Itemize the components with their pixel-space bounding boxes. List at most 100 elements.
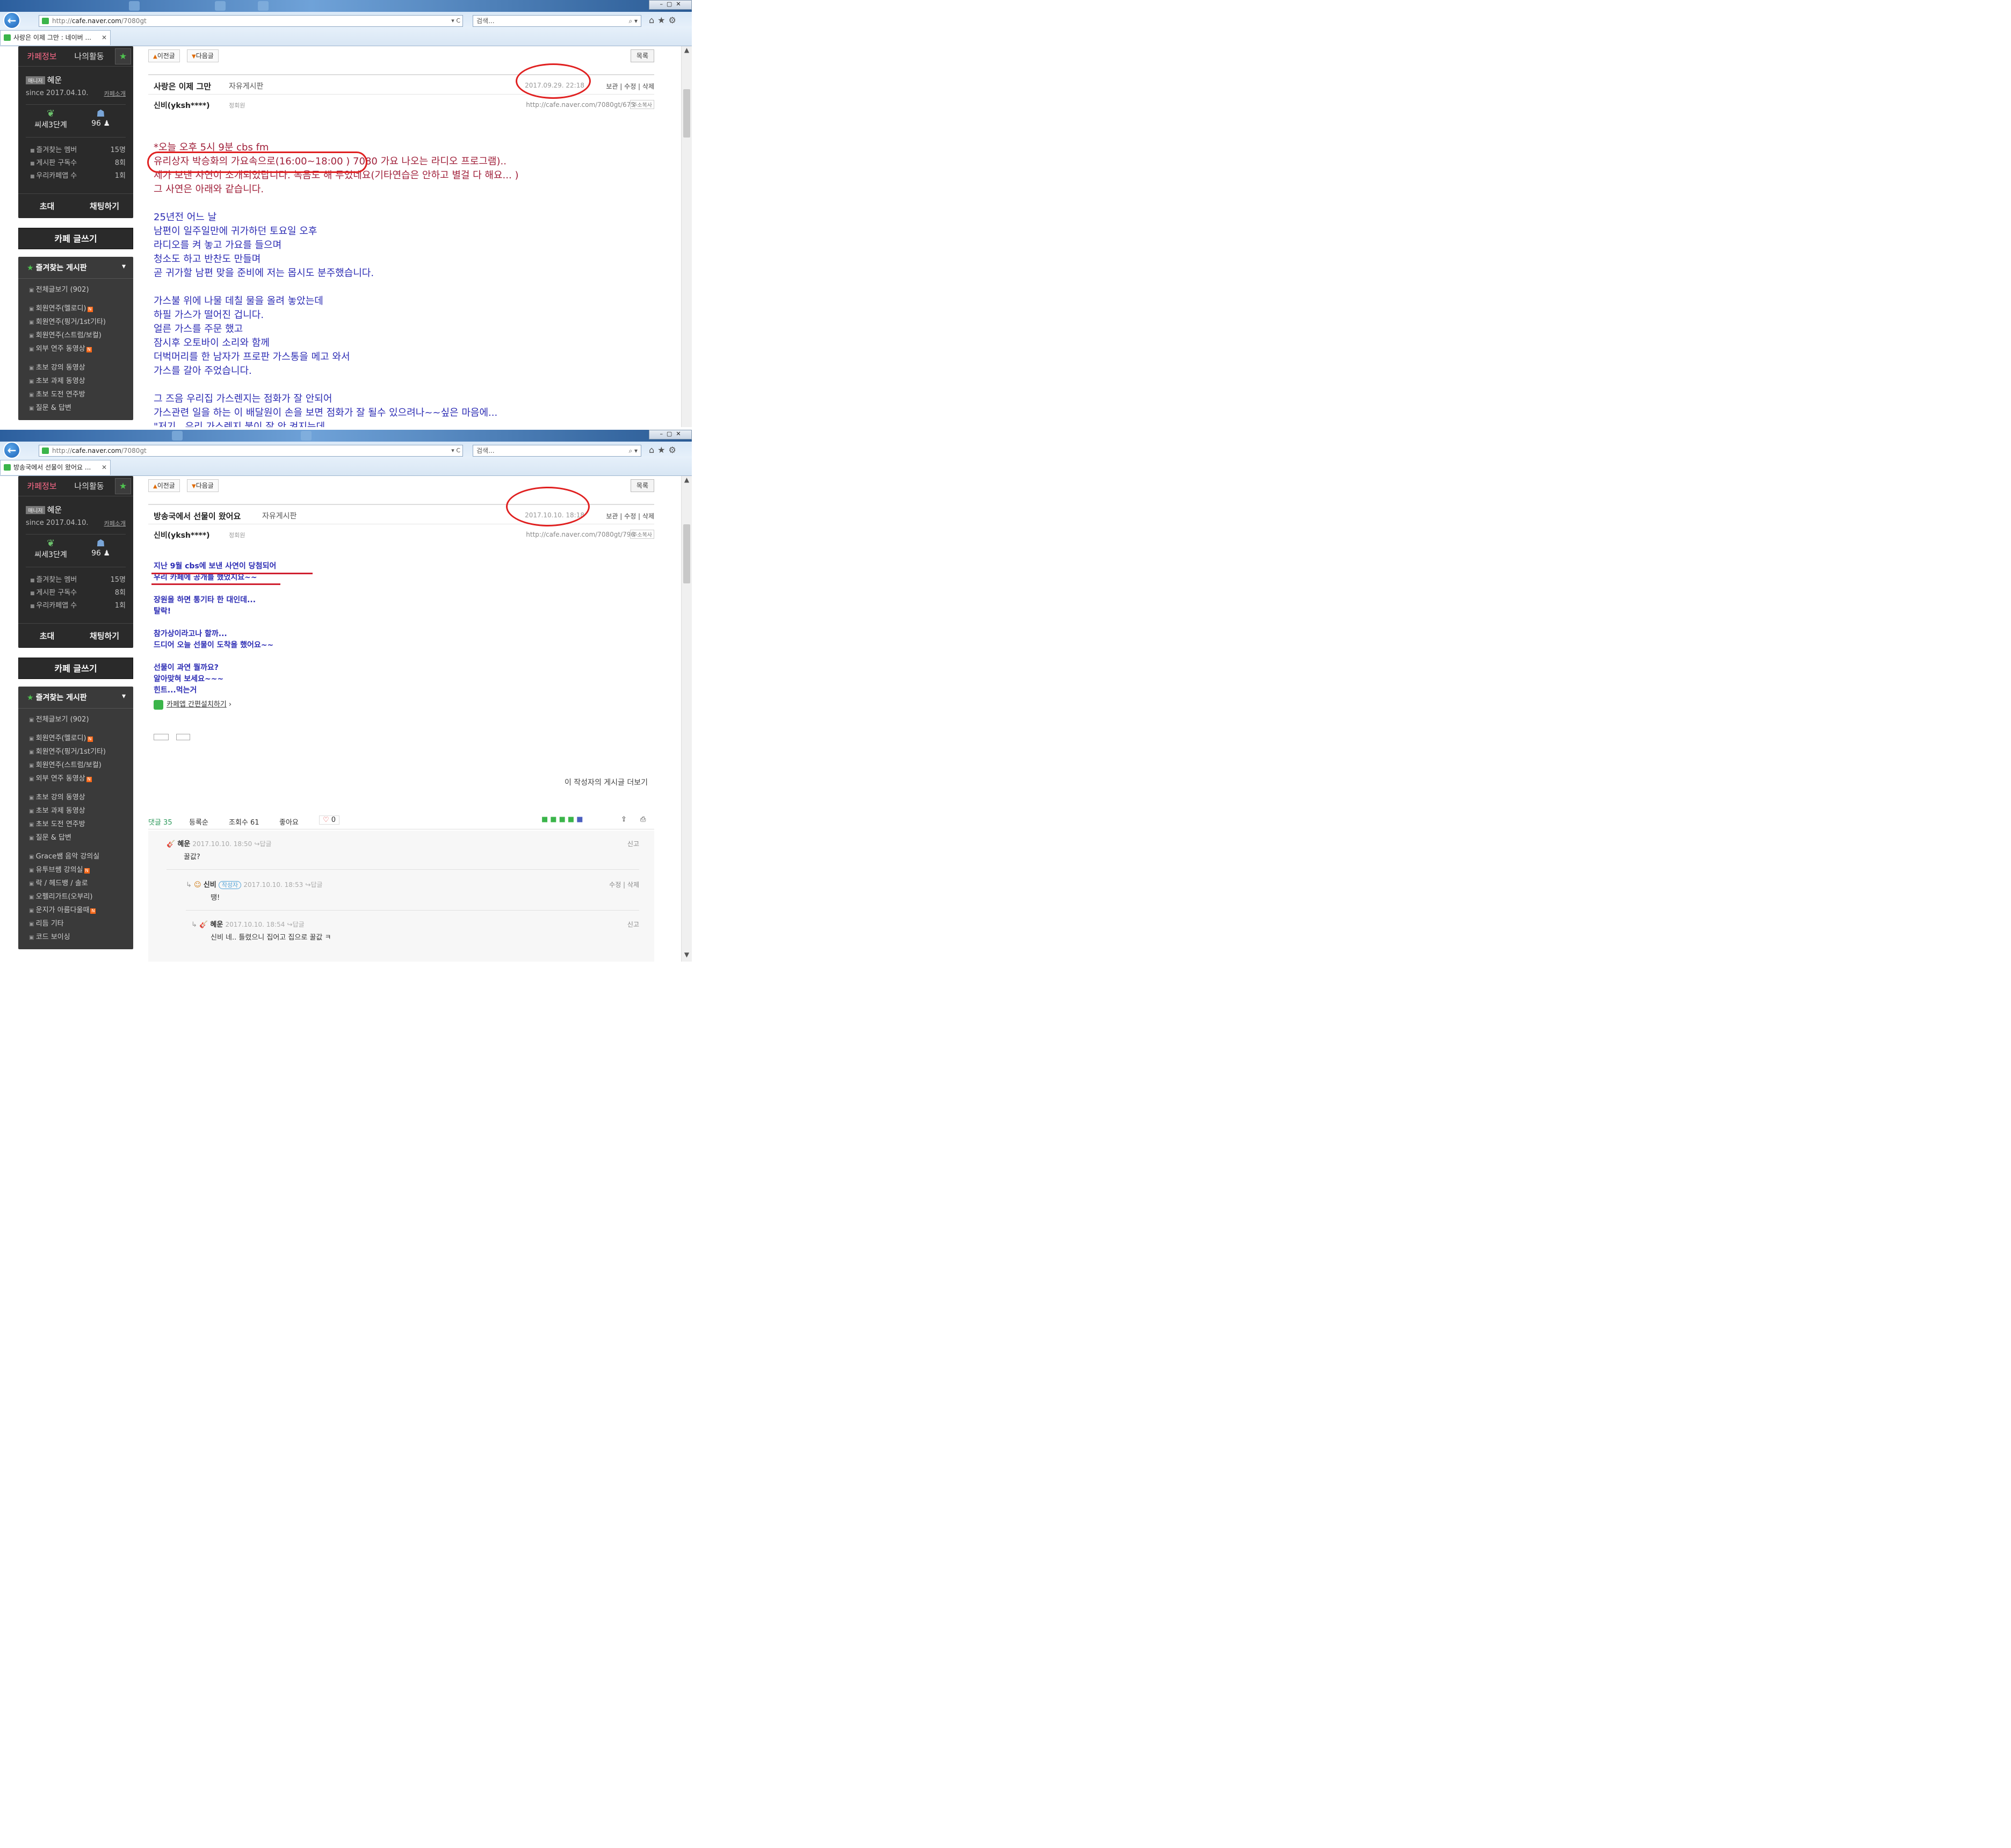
menu-item[interactable]: 유투브쌤 강의실N bbox=[18, 863, 133, 877]
toolbar-icons[interactable]: ⌂★⚙ bbox=[649, 445, 679, 455]
like-button[interactable]: ♡ 0 bbox=[319, 815, 340, 825]
report-link[interactable]: 신고 bbox=[627, 839, 639, 848]
favorite-boards-header[interactable]: ★ 즐겨찾는 게시판 ▾ bbox=[18, 692, 133, 709]
close-tab-icon[interactable]: ✕ bbox=[102, 31, 107, 45]
author-name[interactable]: 신비(yksh****) bbox=[154, 530, 210, 540]
favorites-star-icon[interactable]: ★ bbox=[657, 15, 668, 25]
prev-post-button[interactable]: ▲이전글 bbox=[148, 479, 180, 492]
close-tab-icon[interactable]: ✕ bbox=[102, 460, 107, 474]
search-input[interactable]: 검색... ⌕ ▾ bbox=[473, 445, 641, 457]
post-url[interactable]: http://cafe.naver.com/7080gt/796 bbox=[526, 531, 635, 538]
menu-item[interactable]: 오펠리가트(오부리) bbox=[18, 890, 133, 904]
menu-item[interactable]: 질문 & 답변 bbox=[18, 401, 133, 415]
reply-link[interactable]: ↪답글 bbox=[305, 881, 322, 889]
copy-url-button[interactable]: 주소복사 bbox=[630, 100, 654, 109]
browser-tab[interactable]: 방송국에서 선물이 왔어요 ... ✕ bbox=[0, 460, 111, 475]
chat-button[interactable]: 채팅하기 bbox=[76, 624, 133, 648]
comment-author[interactable]: 혜운 bbox=[210, 921, 223, 929]
app-install-link[interactable]: 카페앱 간편설치하기 › bbox=[154, 698, 232, 710]
scroll-thumb[interactable] bbox=[683, 89, 690, 138]
board-name[interactable]: 자유게시판 bbox=[229, 81, 263, 91]
search-icon[interactable]: ⌕ ▾ bbox=[628, 16, 638, 26]
favorite-boards-header[interactable]: ★ 즐겨찾는 게시판 ▾ bbox=[18, 262, 133, 279]
window-controls[interactable]: – ▢ ✕ bbox=[649, 0, 692, 10]
invite-button[interactable]: 초대 bbox=[18, 194, 76, 218]
menu-item[interactable]: 초보 과제 동영상 bbox=[18, 804, 133, 818]
share-link-icon[interactable]: ⇪ bbox=[621, 815, 627, 824]
reply-link[interactable]: ↪답글 bbox=[254, 840, 271, 848]
menu-item[interactable]: 전체글보기 (902) bbox=[18, 283, 133, 297]
print-icon[interactable]: ⎙ bbox=[640, 815, 646, 824]
scroll-thumb[interactable] bbox=[683, 524, 690, 583]
tab-cafe-info[interactable]: 카페정보 bbox=[18, 476, 66, 496]
report-link[interactable]: 신고 bbox=[627, 920, 639, 929]
member-count[interactable]: ☗ 96 ♟ bbox=[76, 535, 126, 567]
menu-item[interactable]: 초보 과제 동영상 bbox=[18, 374, 133, 388]
board-name[interactable]: 자유게시판 bbox=[262, 510, 296, 521]
favorites-star-icon[interactable]: ★ bbox=[657, 445, 668, 455]
vertical-scrollbar[interactable]: ▲ bbox=[681, 46, 692, 427]
chevron-down-icon[interactable]: ▾ bbox=[122, 262, 126, 273]
home-icon[interactable]: ⌂ bbox=[649, 15, 657, 25]
cafe-write-button[interactable]: 카페 글쓰기 bbox=[18, 228, 133, 249]
tab-my-activity[interactable]: 나의활동 bbox=[66, 476, 113, 496]
reply-link[interactable]: ↪답글 bbox=[287, 921, 305, 928]
chevron-down-icon[interactable]: ▾ bbox=[122, 692, 126, 703]
cafe-write-button[interactable]: 카페 글쓰기 bbox=[18, 658, 133, 679]
member-count[interactable]: ☗ 96 ♟ bbox=[76, 105, 126, 137]
menu-item[interactable]: 회원연주(스트럼/보컬) bbox=[18, 759, 133, 772]
post-actions[interactable]: 보관 | 수정 | 삭제 bbox=[606, 82, 654, 91]
comment-count[interactable]: 댓글 35 bbox=[148, 817, 172, 827]
cafe-intro-link[interactable]: 카페소개 bbox=[104, 519, 126, 528]
share-icons[interactable]: ■■■■■ bbox=[541, 815, 585, 824]
author-name[interactable]: 신비(yksh****) bbox=[154, 100, 210, 111]
gear-icon[interactable]: ⚙ bbox=[669, 15, 679, 25]
scroll-up-icon[interactable]: ▲ bbox=[682, 476, 692, 487]
sort-order[interactable]: 등록순 bbox=[189, 817, 208, 827]
menu-item[interactable]: Grace쌤 음악 강의실 bbox=[18, 850, 133, 863]
toolbar-icons[interactable]: ⌂★⚙ bbox=[649, 15, 679, 25]
tag-icon[interactable] bbox=[154, 734, 169, 740]
comment-author[interactable]: 혜운 bbox=[177, 840, 190, 848]
menu-item[interactable]: 회원연주(핑거/1st기타) bbox=[18, 315, 133, 329]
vertical-scrollbar[interactable]: ▲ ▼ bbox=[681, 476, 692, 962]
menu-item[interactable]: 회원연주(멜로디)N bbox=[18, 732, 133, 745]
back-arrow-icon[interactable]: ← bbox=[3, 12, 20, 29]
search-icon[interactable]: ⌕ ▾ bbox=[628, 445, 638, 456]
back-arrow-icon[interactable]: ← bbox=[3, 442, 20, 459]
scroll-up-icon[interactable]: ▲ bbox=[682, 46, 692, 57]
menu-item[interactable]: 락 / 헤드뱅 / 솔로 bbox=[18, 877, 133, 890]
menu-item[interactable]: 코드 보이싱 bbox=[18, 930, 133, 944]
prev-post-button[interactable]: ▲이전글 bbox=[148, 49, 180, 62]
menu-item[interactable]: 초보 도전 연주방 bbox=[18, 388, 133, 401]
browser-tab[interactable]: 사랑은 이제 그만 : 네이버 ... ✕ bbox=[0, 30, 111, 45]
invite-button[interactable]: 초대 bbox=[18, 624, 76, 648]
window-controls[interactable]: – ▢ ✕ bbox=[649, 430, 692, 439]
menu-item[interactable]: 초보 도전 연주방 bbox=[18, 818, 133, 831]
tab-my-activity[interactable]: 나의활동 bbox=[66, 46, 113, 66]
list-button[interactable]: 목록 bbox=[630, 479, 654, 492]
address-bar[interactable]: http://cafe.naver.com/7080gt ▾ C bbox=[39, 15, 463, 27]
favorite-star-icon[interactable]: ★ bbox=[115, 478, 131, 494]
menu-item[interactable]: 회원연주(핑거/1st기타) bbox=[18, 745, 133, 759]
refresh-icon[interactable]: ▾ C bbox=[451, 445, 460, 456]
favorite-star-icon[interactable]: ★ bbox=[115, 48, 131, 64]
menu-item[interactable]: 운지가 아름다울때N bbox=[18, 904, 133, 917]
menu-item[interactable]: 전체글보기 (902) bbox=[18, 713, 133, 726]
menu-item[interactable]: 외부 연주 동영상N bbox=[18, 772, 133, 785]
menu-item[interactable]: 초보 강의 동영상 bbox=[18, 361, 133, 374]
scroll-down-icon[interactable]: ▼ bbox=[682, 951, 692, 962]
home-icon[interactable]: ⌂ bbox=[649, 445, 657, 455]
next-post-button[interactable]: ▼다음글 bbox=[187, 479, 219, 492]
edit-delete-links[interactable]: 수정 | 삭제 bbox=[609, 880, 639, 889]
tag-icon[interactable] bbox=[176, 734, 190, 740]
address-bar[interactable]: http://cafe.naver.com/7080gt ▾ C bbox=[39, 445, 463, 457]
cafe-intro-link[interactable]: 카페소개 bbox=[104, 89, 126, 98]
next-post-button[interactable]: ▼다음글 bbox=[187, 49, 219, 62]
chat-button[interactable]: 채팅하기 bbox=[76, 194, 133, 218]
gear-icon[interactable]: ⚙ bbox=[669, 445, 679, 455]
menu-item[interactable]: 외부 연주 동영상N bbox=[18, 342, 133, 356]
post-url[interactable]: http://cafe.naver.com/7080gt/675 bbox=[526, 101, 635, 109]
menu-item[interactable]: 회원연주(멜로디)N bbox=[18, 302, 133, 315]
copy-url-button[interactable]: 주소복사 bbox=[630, 530, 654, 539]
